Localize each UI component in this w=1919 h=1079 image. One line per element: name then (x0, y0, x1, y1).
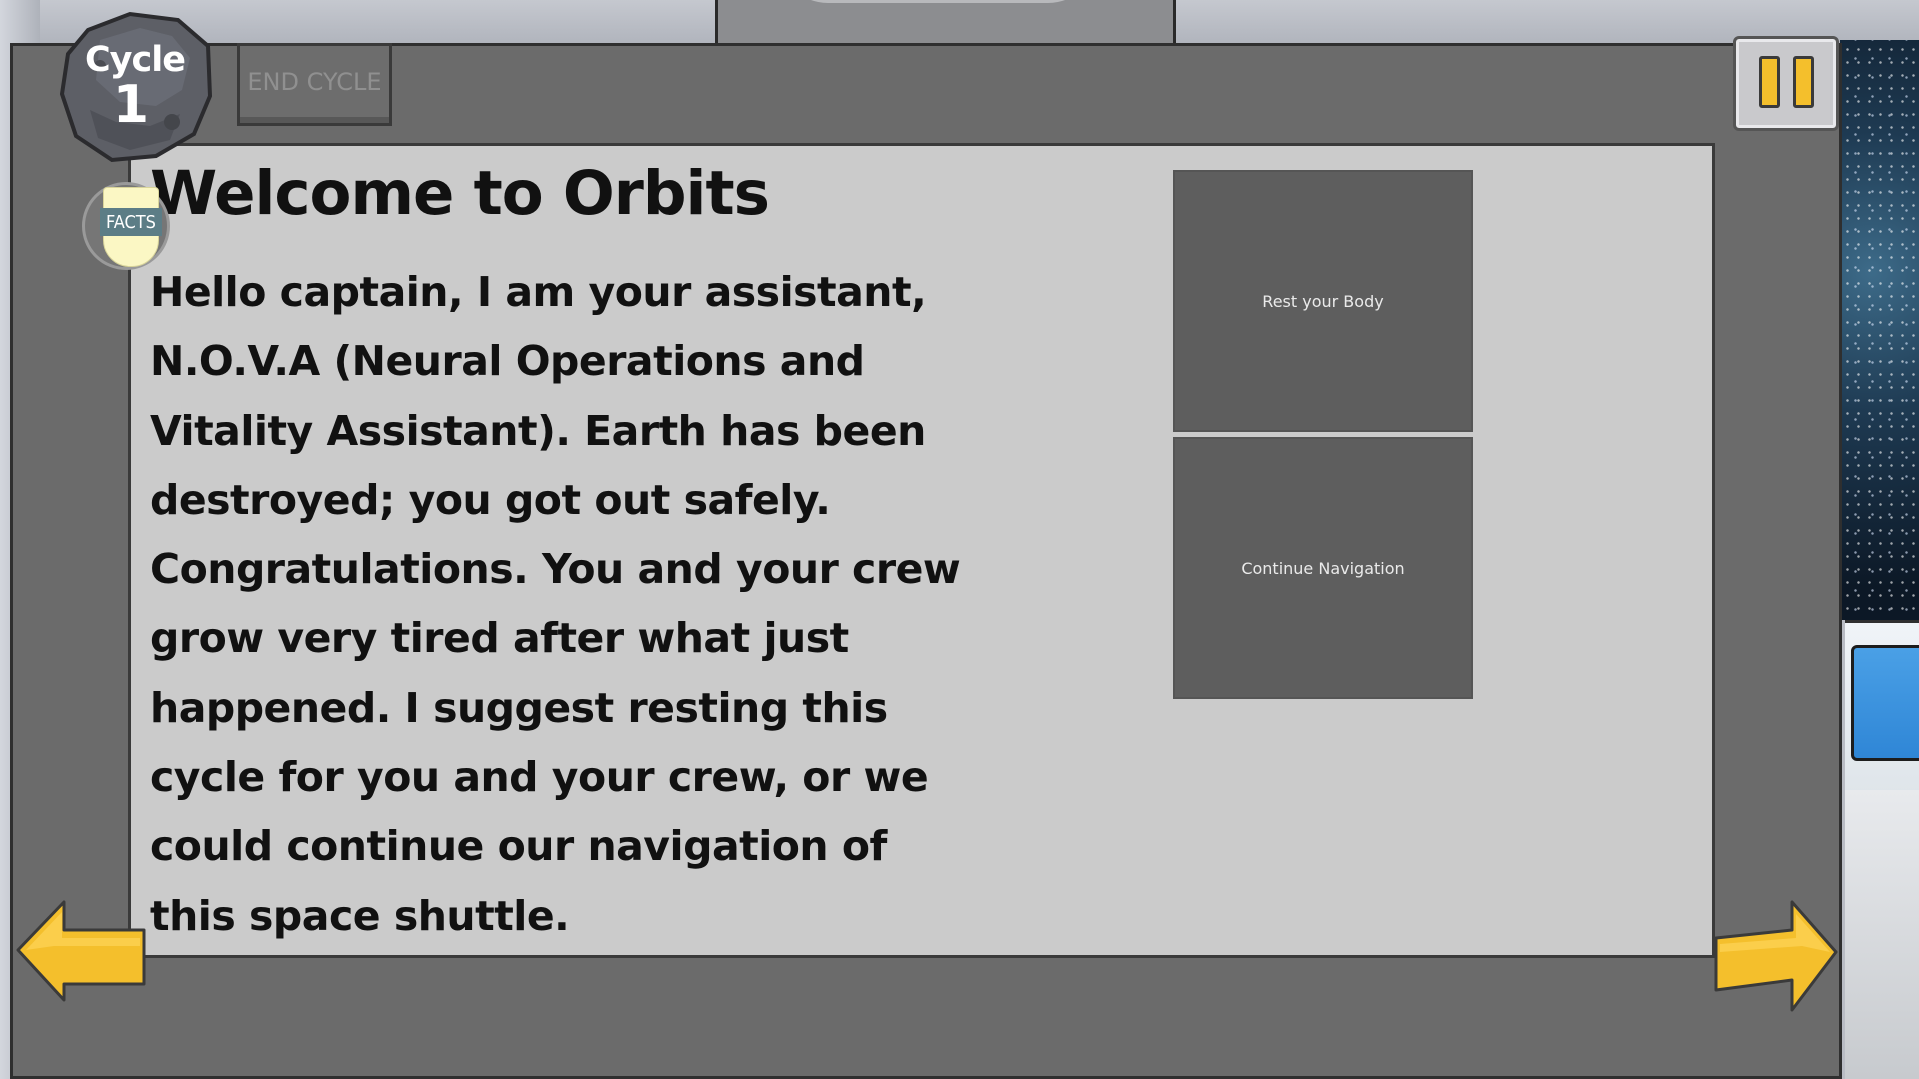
shield-icon: FACTS (100, 187, 162, 267)
cycle-label: Cycle (85, 40, 186, 80)
background-console (1845, 620, 1919, 793)
facts-label: FACTS (100, 208, 162, 236)
cycle-counter: Cycle 1 (60, 10, 215, 165)
pause-button[interactable] (1733, 36, 1839, 131)
continue-navigation-button[interactable]: Continue Navigation (1173, 437, 1473, 699)
rest-your-body-button[interactable]: Rest your Body (1173, 170, 1473, 432)
dialog-body: Hello captain, I am your assistant, N.O.… (150, 268, 961, 940)
background-floor (1845, 790, 1919, 1079)
background-space-window (1840, 40, 1919, 620)
arrow-right-icon[interactable] (1712, 898, 1840, 1013)
arrow-left-icon[interactable] (14, 898, 149, 1003)
cycle-number: 1 (112, 75, 150, 135)
pause-icon (1793, 56, 1814, 108)
end-cycle-button[interactable]: END CYCLE (237, 43, 392, 126)
dialog-title: Welcome to Orbits (150, 158, 770, 229)
facts-button[interactable]: FACTS (82, 182, 170, 270)
pause-icon (1759, 56, 1780, 108)
